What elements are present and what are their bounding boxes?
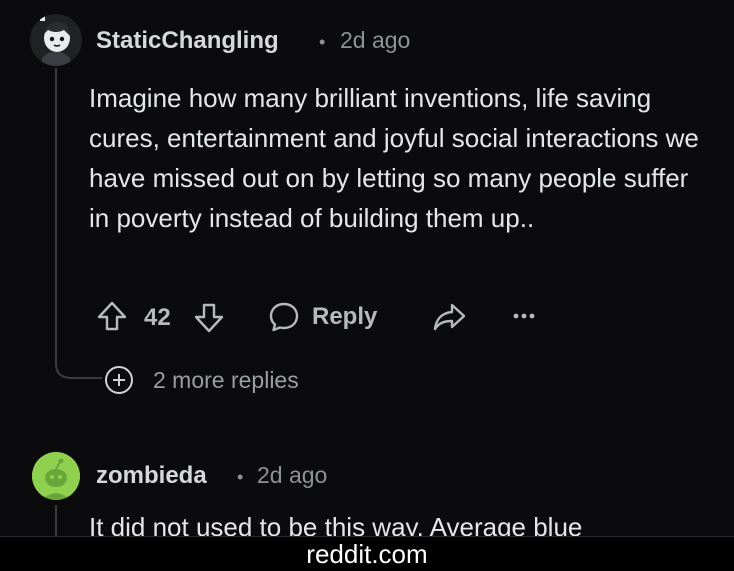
avatar[interactable] xyxy=(30,14,82,66)
reply-label: Reply xyxy=(312,303,378,330)
upvote-icon xyxy=(97,301,127,331)
username[interactable]: StaticChangling xyxy=(96,27,279,55)
comment-body: Imagine how many brilliant inventions, l… xyxy=(89,83,699,233)
thread-connector xyxy=(55,346,102,379)
thread-line xyxy=(55,68,57,358)
downvote-button[interactable] xyxy=(193,302,225,334)
avatar-2[interactable] xyxy=(32,452,80,500)
share-button[interactable] xyxy=(432,302,466,332)
separator-dot-2: • xyxy=(237,467,244,487)
reply-bubble-icon xyxy=(269,302,299,332)
footer-domain: reddit.com xyxy=(0,536,734,571)
downvote-icon xyxy=(194,303,224,333)
reply-button[interactable]: Reply xyxy=(268,301,377,333)
timestamp-2: 2d ago xyxy=(257,462,328,488)
timestamp: 2d ago xyxy=(340,27,411,53)
more-replies-button[interactable]: 2 more replies xyxy=(103,364,299,396)
thread-line-2 xyxy=(55,505,57,536)
more-replies-label: 2 more replies xyxy=(153,366,299,393)
share-icon xyxy=(433,303,466,331)
username-2[interactable]: zombieda xyxy=(96,462,207,490)
user-avatar-icon xyxy=(30,14,82,66)
more-options-button[interactable] xyxy=(512,309,536,323)
expand-plus-icon xyxy=(105,366,133,394)
snoo-avatar-icon xyxy=(32,452,80,500)
more-options-icon xyxy=(513,313,535,319)
separator-dot: • xyxy=(319,32,326,52)
domain-label: reddit.com xyxy=(306,538,428,569)
vote-count: 42 xyxy=(144,304,171,331)
upvote-button[interactable] xyxy=(96,300,128,332)
